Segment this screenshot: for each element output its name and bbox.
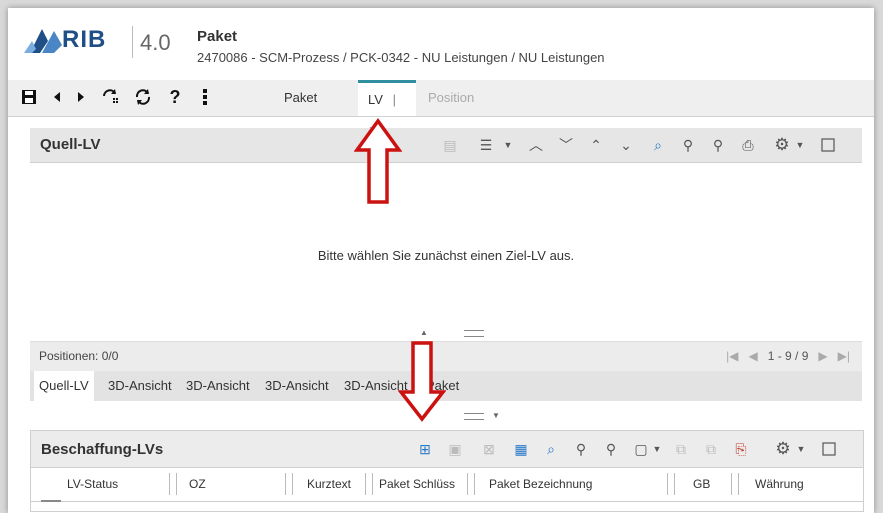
gear-dropdown-icon-2[interactable]: ▼ bbox=[791, 439, 811, 459]
header-divider bbox=[132, 26, 133, 58]
column-paket-schluessel[interactable]: Paket Schlüss bbox=[379, 477, 455, 491]
search-grid-icon-2[interactable]: ⌕ bbox=[541, 439, 561, 459]
clipboard-dropdown-icon[interactable]: ▼ bbox=[647, 439, 667, 459]
pager: |◀ ◀ 1 - 9 / 9 ▶ ▶| bbox=[726, 349, 850, 363]
empty-message: Bitte wählen Sie zunächst einen Ziel-LV … bbox=[317, 248, 575, 263]
user-filter-icon-2[interactable]: ⚲ bbox=[601, 439, 621, 459]
beschaffung-title: Beschaffung-LVs bbox=[41, 441, 164, 458]
chevron-down-icon[interactable]: ▼ bbox=[498, 135, 518, 155]
quell-lv-statusbar: Positionen: 0/0 |◀ ◀ 1 - 9 / 9 ▶ ▶| bbox=[30, 341, 862, 372]
new-record-icon[interactable]: ⊞ bbox=[415, 439, 435, 459]
tab-paket[interactable]: Paket bbox=[284, 80, 317, 116]
copy-icon[interactable]: ▤ bbox=[440, 135, 460, 155]
column-oz[interactable]: OZ bbox=[189, 477, 206, 491]
row-indicator bbox=[41, 500, 61, 502]
column-gb[interactable]: GB bbox=[693, 477, 710, 491]
tab-quell-lv[interactable]: Quell-LV bbox=[34, 371, 94, 401]
main-toolbar: ? Paket LV | ⋮ Position bbox=[8, 80, 874, 140]
more-vertical-icon[interactable] bbox=[194, 86, 216, 108]
tab-position[interactable]: Position bbox=[428, 80, 474, 116]
column-resizer[interactable] bbox=[667, 473, 675, 495]
app-window: RIB 4.0 Paket 2470086 - SCM-Prozess / PC… bbox=[8, 8, 874, 513]
table-icon[interactable]: ▦ bbox=[511, 439, 531, 459]
swap-rows-icon[interactable]: ⧉ bbox=[701, 439, 721, 459]
splitter-grip[interactable] bbox=[464, 330, 484, 337]
move-down-icon[interactable]: ﹀ bbox=[556, 135, 576, 155]
page-range: 1 - 9 / 9 bbox=[767, 349, 809, 363]
refresh-icon[interactable] bbox=[132, 86, 154, 108]
move-bottom-icon[interactable]: ⌄ bbox=[616, 135, 636, 155]
collapse-down-icon[interactable]: ▼ bbox=[492, 411, 500, 420]
maximize-icon[interactable] bbox=[818, 135, 838, 155]
tab-lv-label: LV bbox=[368, 92, 383, 107]
move-top-icon[interactable]: ⌃ bbox=[586, 135, 606, 155]
copy-rows-icon[interactable]: ⧉ bbox=[671, 439, 691, 459]
user-search-icon-2[interactable]: ⚲ bbox=[571, 439, 591, 459]
quell-lv-title: Quell-LV bbox=[40, 136, 101, 153]
collapse-up-icon[interactable]: ▲ bbox=[420, 328, 428, 337]
column-paket-bezeichnung[interactable]: Paket Bezeichnung bbox=[489, 477, 592, 491]
refresh-selection-icon[interactable] bbox=[100, 86, 122, 108]
help-icon[interactable]: ? bbox=[164, 86, 186, 108]
indent-icon[interactable]: ☰ bbox=[476, 135, 496, 155]
app-header: RIB 4.0 Paket 2470086 - SCM-Prozess / PC… bbox=[8, 8, 874, 78]
app-version: 4.0 bbox=[140, 30, 171, 55]
column-kurztext[interactable]: Kurztext bbox=[307, 477, 351, 491]
column-lv-status[interactable]: LV-Status bbox=[67, 477, 118, 491]
column-resizer[interactable] bbox=[467, 473, 475, 495]
annotation-arrow-up-icon bbox=[354, 118, 402, 204]
export-record-icon[interactable]: ⎘ bbox=[731, 439, 751, 459]
gear-icon[interactable]: ⚙ bbox=[772, 135, 792, 155]
positions-count: Positionen: 0/0 bbox=[39, 349, 119, 363]
last-page-icon[interactable]: ▶| bbox=[838, 349, 850, 363]
remove-icon[interactable]: ⊠ bbox=[479, 439, 499, 459]
splitter[interactable]: ▲ bbox=[30, 328, 862, 338]
prev-page-icon[interactable]: ◀ bbox=[748, 349, 757, 363]
tab-3d-ansicht-2[interactable]: 3D-Ansicht bbox=[186, 371, 250, 401]
maximize-icon-2[interactable] bbox=[819, 439, 839, 459]
column-resizer[interactable] bbox=[731, 473, 739, 495]
delete-record-icon[interactable]: ▣ bbox=[445, 439, 465, 459]
save-icon[interactable] bbox=[18, 86, 40, 108]
grid-header: LV-Status OZ Kurztext Paket Schlüss Pake… bbox=[31, 469, 863, 502]
column-resizer[interactable] bbox=[365, 473, 373, 495]
move-up-icon[interactable]: ︿ bbox=[526, 135, 546, 155]
tab-separator: | bbox=[392, 92, 396, 107]
next-icon[interactable] bbox=[70, 86, 92, 108]
column-resizer[interactable] bbox=[285, 473, 293, 495]
previous-icon[interactable] bbox=[46, 86, 68, 108]
beschaffung-header: Beschaffung-LVs ⊞ ▣ ⊠ ▦ ⌕ ⚲ ⚲ ▢ ▼ ⧉ ⧉ ⎘ … bbox=[31, 431, 863, 468]
logo-text: RIB bbox=[62, 26, 107, 53]
user-filter-icon[interactable]: ⚲ bbox=[708, 135, 728, 155]
gear-icon-2[interactable]: ⚙ bbox=[773, 439, 793, 459]
container-tabs: Quell-LV 3D-Ansicht 3D-Ansicht 3D-Ansich… bbox=[30, 371, 862, 401]
module-title: Paket bbox=[197, 28, 238, 45]
quell-lv-header: Quell-LV ▤ ☰ ▼ ︿ ﹀ ⌃ ⌄ ⌕ ⚲ ⚲ ⎙ ⚙ ▼ bbox=[30, 128, 862, 163]
breadcrumb: 2470086 - SCM-Prozess / PCK-0342 - NU Le… bbox=[197, 50, 605, 65]
next-page-icon[interactable]: ▶ bbox=[818, 349, 827, 363]
annotation-arrow-down-icon bbox=[398, 341, 446, 422]
splitter-2[interactable]: ▲ ▼ bbox=[30, 410, 862, 420]
splitter-grip-2[interactable] bbox=[464, 413, 484, 420]
search-grid-icon[interactable]: ⌕ bbox=[648, 135, 668, 155]
export-icon[interactable]: ⎙ bbox=[738, 135, 758, 155]
tab-lv[interactable]: LV | ⋮ bbox=[358, 80, 416, 140]
column-waehrung[interactable]: Währung bbox=[755, 477, 804, 491]
column-resizer[interactable] bbox=[169, 473, 177, 495]
gear-dropdown-icon[interactable]: ▼ bbox=[790, 135, 810, 155]
beschaffung-panel: Beschaffung-LVs ⊞ ▣ ⊠ ▦ ⌕ ⚲ ⚲ ▢ ▼ ⧉ ⧉ ⎘ … bbox=[30, 430, 864, 512]
tab-3d-ansicht-1[interactable]: 3D-Ansicht bbox=[108, 371, 172, 401]
tab-3d-ansicht-3[interactable]: 3D-Ansicht bbox=[265, 371, 329, 401]
first-page-icon[interactable]: |◀ bbox=[726, 349, 738, 363]
user-search-icon[interactable]: ⚲ bbox=[678, 135, 698, 155]
